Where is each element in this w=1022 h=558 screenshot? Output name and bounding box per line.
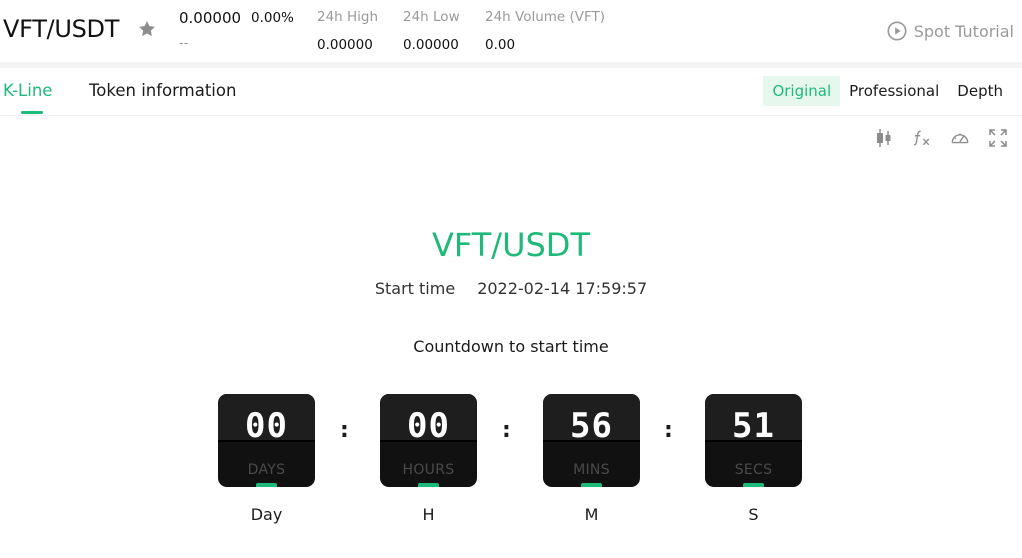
price-fiat: --: [179, 36, 189, 51]
countdown-days-tile: 00 DAYS: [218, 394, 315, 487]
star-icon[interactable]: [137, 19, 157, 39]
countdown-minutes-tile: 56 MINS: [543, 394, 640, 487]
fullscreen-icon[interactable]: [988, 128, 1008, 148]
countdown-hours-tile: 00 HOURS: [380, 394, 477, 487]
countdown-seconds-tag: SECS: [734, 462, 773, 478]
last-price: 0.00000: [179, 9, 242, 27]
low-value: 0.00000: [403, 37, 459, 53]
countdown-separator: :: [502, 418, 511, 443]
spot-tutorial-link[interactable]: Spot Tutorial: [886, 20, 1014, 42]
chart-tabs: K-Line Token information Original Profes…: [0, 68, 1022, 116]
active-tab-indicator: [21, 111, 43, 114]
countdown-separator: :: [340, 418, 349, 443]
tab-kline[interactable]: K-Line: [3, 81, 52, 100]
high-label: 24h High: [317, 9, 379, 25]
countdown-separator: :: [664, 418, 673, 443]
view-original-button[interactable]: Original: [763, 76, 841, 106]
countdown-hours-caption: H: [422, 505, 435, 524]
start-time-value: 2022-02-14 17:59:57: [477, 279, 648, 298]
low-label: 24h Low: [403, 9, 460, 25]
view-professional-button[interactable]: Professional: [840, 76, 948, 106]
countdown-days-caption: Day: [250, 505, 283, 524]
function-icon[interactable]: [912, 128, 932, 148]
gauge-icon[interactable]: [950, 128, 970, 148]
tab-token-information[interactable]: Token information: [89, 81, 236, 100]
volume-label: 24h Volume (VFT): [485, 9, 606, 25]
start-time-line: Start time 2022-02-14 17:59:57: [0, 279, 1022, 298]
countdown-minutes-caption: M: [584, 505, 599, 524]
high-value: 0.00000: [317, 37, 373, 53]
chart-view-switch: Original Professional Depth: [763, 76, 1012, 106]
countdown-days-tag: DAYS: [247, 462, 286, 478]
ticker-header: VFT/USDT 0.00000 0.00% -- 24h High 0.000…: [0, 0, 1022, 62]
volume-value: 0.00: [485, 37, 516, 53]
chart-toolbar: [874, 128, 1008, 148]
countdown-seconds-caption: S: [748, 505, 759, 524]
pair-title: VFT/USDT: [3, 15, 120, 43]
countdown-minutes-tag: MINS: [573, 462, 610, 478]
countdown-label: Countdown to start time: [413, 337, 609, 356]
play-circle-icon: [887, 21, 907, 41]
price-change: 0.00%: [251, 10, 294, 26]
spot-tutorial-label: Spot Tutorial: [913, 21, 1014, 41]
listing-pair-title: VFT/USDT: [432, 226, 590, 264]
start-time-label: Start time: [374, 279, 456, 298]
countdown-seconds-tile: 51 SECS: [705, 394, 802, 487]
countdown-hours-tag: HOURS: [402, 462, 455, 478]
view-depth-button[interactable]: Depth: [948, 76, 1012, 106]
candlestick-icon[interactable]: [874, 128, 894, 148]
